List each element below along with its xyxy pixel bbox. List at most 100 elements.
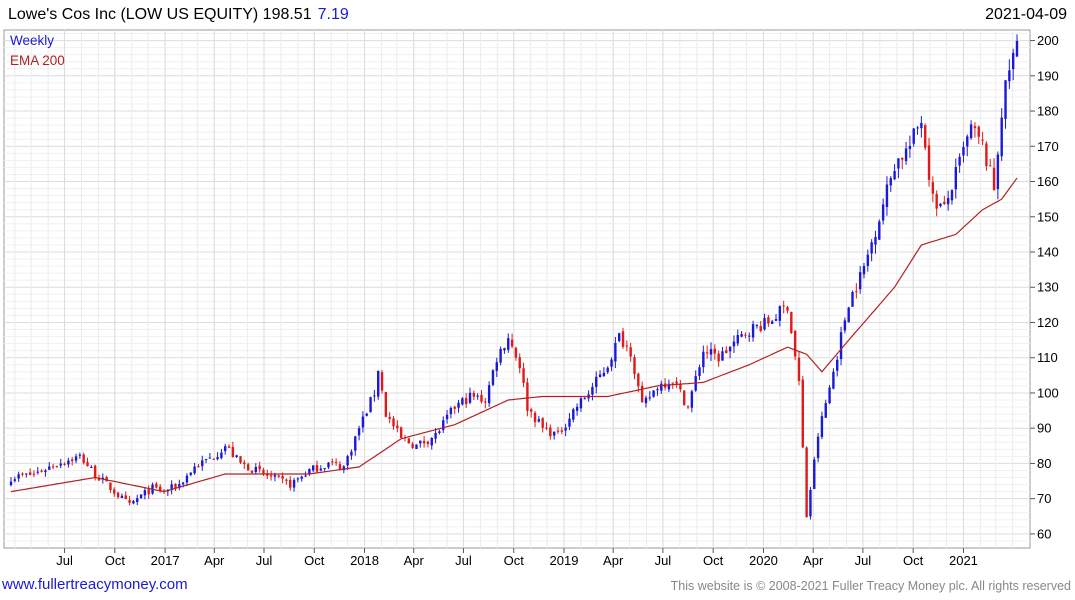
candle-body (770, 321, 774, 324)
y-tick-label: 60 (1037, 526, 1051, 541)
candle-body (996, 154, 1000, 190)
candle-body (338, 464, 342, 470)
candle-body (992, 167, 996, 190)
candle-body (962, 147, 965, 156)
candle-body (744, 334, 747, 336)
candle-body (32, 473, 36, 475)
y-tick-label: 150 (1037, 209, 1059, 224)
candle-body (514, 347, 518, 358)
candle-body (660, 383, 663, 391)
candle-body (702, 351, 705, 368)
candle-body (966, 136, 969, 147)
candle-body (445, 414, 449, 420)
candle-body (480, 394, 483, 402)
x-tick-label: Jul (256, 553, 273, 568)
candle-body (836, 359, 839, 371)
candle-body (843, 320, 847, 331)
candle-body (717, 353, 720, 362)
candle-body (637, 373, 640, 387)
candle-body (246, 464, 250, 471)
candle-body (916, 127, 919, 129)
candle-body (671, 382, 674, 384)
candle-body (304, 475, 307, 477)
y-tick-label: 100 (1037, 385, 1059, 400)
candle-body (67, 460, 70, 465)
candle-body (365, 413, 368, 416)
candle-body (732, 341, 736, 347)
candle-body (484, 401, 487, 403)
candle-body (185, 475, 189, 483)
candle-body (575, 406, 579, 411)
candle-body (132, 500, 135, 504)
candle-body (989, 165, 992, 167)
candle-body (1008, 70, 1011, 82)
x-tick-label: Apr (204, 553, 225, 568)
candle-body (277, 475, 280, 477)
candle-body (147, 489, 150, 495)
candle-body (973, 126, 977, 129)
y-tick-label: 190 (1037, 68, 1059, 83)
candle-body (790, 311, 793, 333)
candle-body (751, 324, 755, 338)
candle-body (48, 466, 51, 470)
candle-body (438, 431, 441, 434)
candle-body (181, 482, 185, 485)
candle-body (549, 427, 552, 437)
candle-body (224, 446, 227, 452)
candle-body (227, 446, 231, 448)
candle-body (468, 392, 472, 403)
candle-body (243, 462, 246, 464)
candle-body (782, 305, 785, 307)
candle-body (269, 475, 273, 477)
candle-body (476, 395, 479, 397)
candle-body (541, 418, 544, 428)
candle-body (526, 382, 529, 411)
candle-body (793, 331, 797, 357)
candle-body (311, 465, 315, 471)
candle-body (136, 498, 139, 502)
candle-body (969, 124, 973, 139)
candle-body (813, 459, 816, 490)
y-tick-label: 110 (1037, 350, 1058, 365)
candle-body (262, 469, 265, 474)
candle-body (285, 479, 288, 481)
candle-body (71, 459, 74, 462)
candle-body (396, 425, 399, 429)
candle-body (579, 398, 583, 409)
candle-body (617, 333, 621, 342)
price-chart: 60 70 80 90 100 110 120 130 140 150 160 170 180 190 20… (3, 29, 1059, 568)
candle-body (380, 372, 384, 391)
candle-body (258, 465, 261, 470)
candle-body (889, 178, 892, 186)
candle-body (858, 272, 862, 290)
candle-body (602, 372, 606, 377)
y-tick-label: 180 (1037, 104, 1059, 119)
y-tick-label: 200 (1037, 33, 1059, 48)
candle-body (935, 193, 938, 209)
candle-body (839, 332, 843, 360)
candle-body (713, 348, 717, 354)
candle-body (568, 418, 571, 427)
legend-entry: EMA 200 (10, 53, 65, 68)
x-tick-label: 2018 (350, 553, 379, 568)
candle-body (625, 345, 629, 347)
candle-body (361, 416, 365, 428)
candle-body (851, 292, 854, 307)
candle-body (939, 203, 942, 207)
x-tick-label: Oct (903, 553, 924, 568)
candle-body (583, 398, 586, 400)
x-tick-label: 2020 (749, 553, 778, 568)
candle-body (59, 463, 62, 466)
candle-body (220, 452, 223, 459)
candle-body (281, 476, 284, 479)
candle-body (139, 494, 143, 499)
candle-body (254, 466, 258, 473)
candle-body (392, 418, 395, 427)
candle-body (897, 158, 900, 169)
candle-body (357, 428, 361, 436)
candle-body (832, 371, 835, 389)
candle-body (78, 454, 82, 456)
site-link[interactable]: www.fullertreacymoney.com (2, 576, 188, 593)
candle-body (560, 430, 564, 432)
candle-body (51, 466, 55, 468)
